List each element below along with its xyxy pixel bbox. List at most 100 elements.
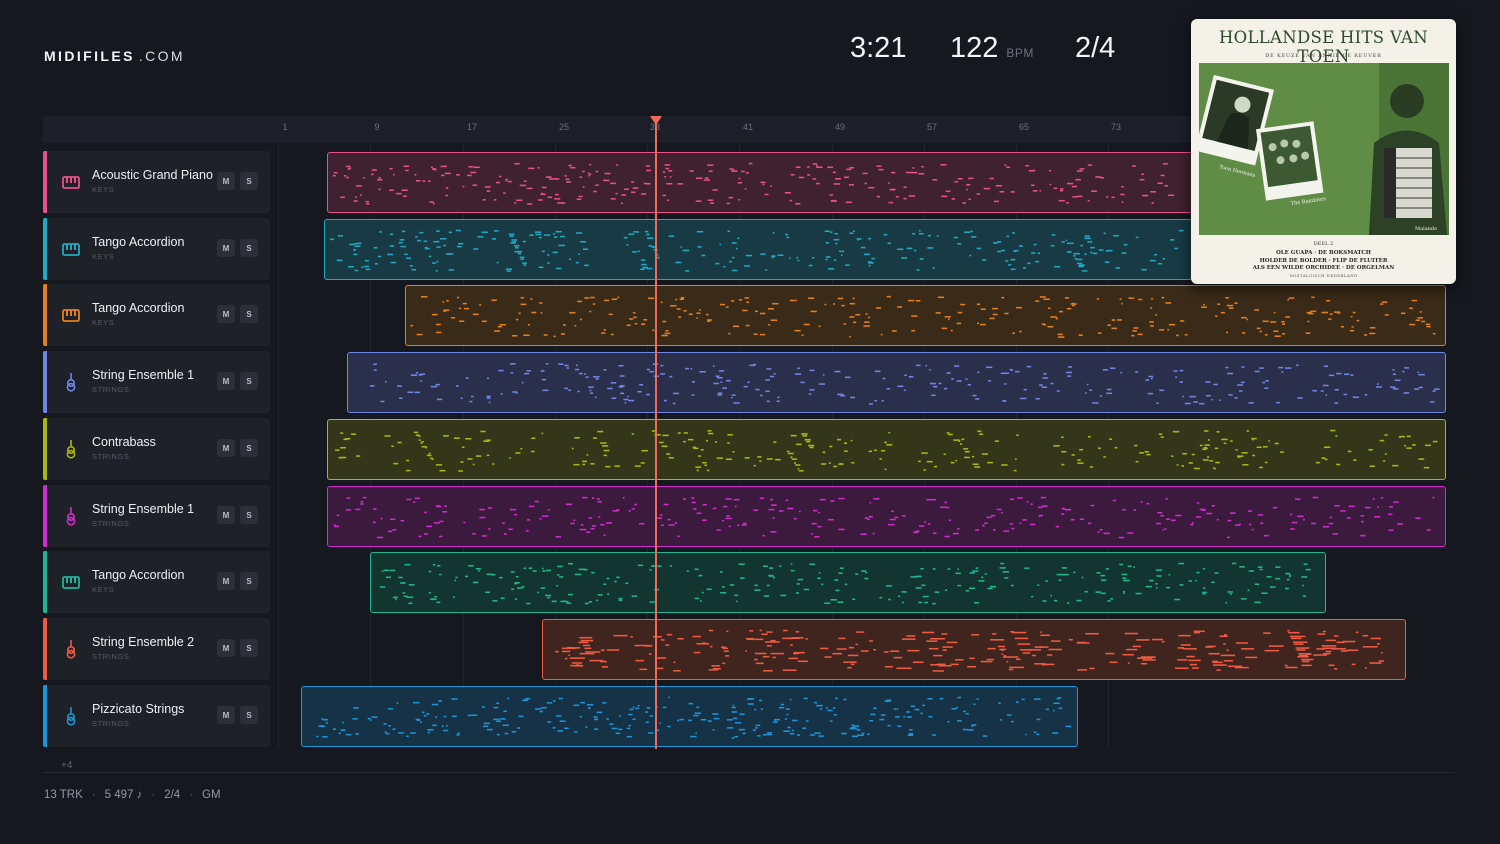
midi-clip[interactable] — [405, 285, 1446, 346]
track-header[interactable]: Contrabass STRINGS M S — [43, 418, 270, 480]
footer-meter: 2/4 — [164, 789, 181, 801]
footer-divider — [43, 772, 1455, 773]
ruler-tick: 1 — [282, 122, 288, 132]
track-header[interactable]: String Ensemble 2 STRINGS M S — [43, 618, 270, 680]
album-songs: OLE GUAPA · DE BOKSMATCH HOLDER DE BOLDE… — [1191, 250, 1456, 273]
album-cover: HOLLANDSE HITS VAN TOEN DE KEUZE VAN ANN… — [1191, 19, 1456, 284]
solo-button[interactable]: S — [240, 239, 258, 257]
guitar-icon — [61, 706, 81, 726]
guitar-icon — [61, 439, 81, 459]
mute-button[interactable]: M — [217, 506, 235, 524]
midi-clip[interactable] — [301, 686, 1078, 747]
note-count: 5 497 ♪ — [104, 789, 143, 801]
track-color-strip — [43, 418, 47, 480]
mute-button[interactable]: M — [217, 372, 235, 390]
track-name: String Ensemble 1 — [92, 502, 195, 516]
time-signature: 2/4 — [1075, 32, 1116, 64]
track-category: STRINGS — [92, 452, 130, 461]
note-pattern — [410, 295, 1436, 338]
midi-clip[interactable] — [542, 619, 1406, 680]
mute-button[interactable]: M — [217, 639, 235, 657]
track-category: KEYS — [92, 318, 115, 327]
track-name: String Ensemble 1 — [92, 368, 195, 382]
track-header[interactable]: Tango Accordion KEYS M S — [43, 284, 270, 346]
track-header[interactable]: Tango Accordion KEYS M S — [43, 218, 270, 280]
track-color-strip — [43, 551, 47, 613]
album-songs-line: HOLDER DE BOLDER · FLIP DE FLUITER — [1259, 257, 1388, 264]
ruler-tick: 73 — [1110, 122, 1122, 132]
mute-button[interactable]: M — [217, 572, 235, 590]
album-songs-line: OLE GUAPA · DE BOKSMATCH — [1276, 250, 1371, 256]
album-artwork: Toon Hermans The Ramblers Malando — [1194, 63, 1449, 235]
track-name: Tango Accordion — [92, 235, 185, 249]
ruler-tick: 49 — [834, 122, 846, 132]
solo-button[interactable]: S — [240, 439, 258, 457]
track-header[interactable]: Pizzicato Strings STRINGS M S — [43, 685, 270, 747]
mute-button[interactable]: M — [217, 172, 235, 190]
guitar-icon — [61, 639, 81, 659]
playhead[interactable] — [655, 122, 657, 749]
transport-readout: 3:21 122 BPM 2/4 — [850, 32, 1115, 65]
note-pattern — [379, 562, 1311, 605]
track-color-strip — [43, 284, 47, 346]
solo-button[interactable]: S — [240, 172, 258, 190]
midi-clip[interactable] — [370, 552, 1326, 613]
track-color-strip — [43, 218, 47, 280]
mute-button[interactable]: M — [217, 439, 235, 457]
midi-clip[interactable] — [324, 219, 1193, 280]
grid-line — [278, 143, 279, 748]
track-header[interactable]: Tango Accordion KEYS M S — [43, 551, 270, 613]
ruler-tick: 17 — [466, 122, 478, 132]
track-color-strip — [43, 685, 47, 747]
track-name: Tango Accordion — [92, 301, 185, 315]
solo-button[interactable]: S — [240, 372, 258, 390]
solo-button[interactable]: S — [240, 572, 258, 590]
mute-button[interactable]: M — [217, 706, 235, 724]
note-pattern — [333, 496, 1435, 539]
solo-button[interactable]: S — [240, 639, 258, 657]
more-tracks-label[interactable]: +4 — [61, 760, 72, 771]
solo-button[interactable]: S — [240, 305, 258, 323]
piano-icon — [61, 572, 81, 592]
ruler-tick: 25 — [558, 122, 570, 132]
guitar-icon — [61, 506, 81, 526]
track-name: Contrabass — [92, 435, 156, 449]
midi-clip[interactable] — [327, 419, 1446, 480]
track-category: STRINGS — [92, 519, 130, 528]
track-color-strip — [43, 151, 47, 213]
tempo-unit: BPM — [1006, 46, 1034, 60]
logo-main: MIDIFILES — [44, 48, 135, 64]
piano-icon — [61, 172, 81, 192]
ruler-tick: 57 — [926, 122, 938, 132]
note-pattern — [555, 629, 1385, 672]
solo-button[interactable]: S — [240, 506, 258, 524]
track-category: KEYS — [92, 585, 115, 594]
track-name: Pizzicato Strings — [92, 702, 185, 716]
album-artwork-photo: Toon Hermans The Ramblers Malando — [1194, 63, 1449, 235]
ruler-tick: 65 — [1018, 122, 1030, 132]
playhead-handle[interactable] — [650, 116, 662, 125]
track-category: KEYS — [92, 185, 115, 194]
track-category: STRINGS — [92, 719, 130, 728]
midi-clip[interactable] — [327, 486, 1446, 547]
midi-clip[interactable] — [327, 152, 1193, 213]
track-color-strip — [43, 618, 47, 680]
album-series: NOSTALGISCH NEDERLAND — [1289, 273, 1358, 278]
track-header[interactable]: String Ensemble 1 STRINGS M S — [43, 485, 270, 547]
note-pattern — [329, 229, 1184, 272]
logo-domain: .COM — [138, 48, 185, 64]
album-title: HOLLANDSE HITS VAN TOEN — [1218, 28, 1428, 66]
track-category: KEYS — [92, 252, 115, 261]
mute-button[interactable]: M — [217, 239, 235, 257]
track-color-strip — [43, 351, 47, 413]
album-subtitle: DE KEUZE VAN ANNIE DE REUVER — [1265, 53, 1382, 59]
ruler-tick: 41 — [742, 122, 754, 132]
track-header[interactable]: String Ensemble 1 STRINGS M S — [43, 351, 270, 413]
track-color-strip — [43, 485, 47, 547]
midi-clip[interactable] — [347, 352, 1446, 413]
midi-standard: GM — [202, 789, 221, 801]
piano-icon — [61, 305, 81, 325]
mute-button[interactable]: M — [217, 305, 235, 323]
solo-button[interactable]: S — [240, 706, 258, 724]
track-header[interactable]: Acoustic Grand Piano KEYS M S — [43, 151, 270, 213]
